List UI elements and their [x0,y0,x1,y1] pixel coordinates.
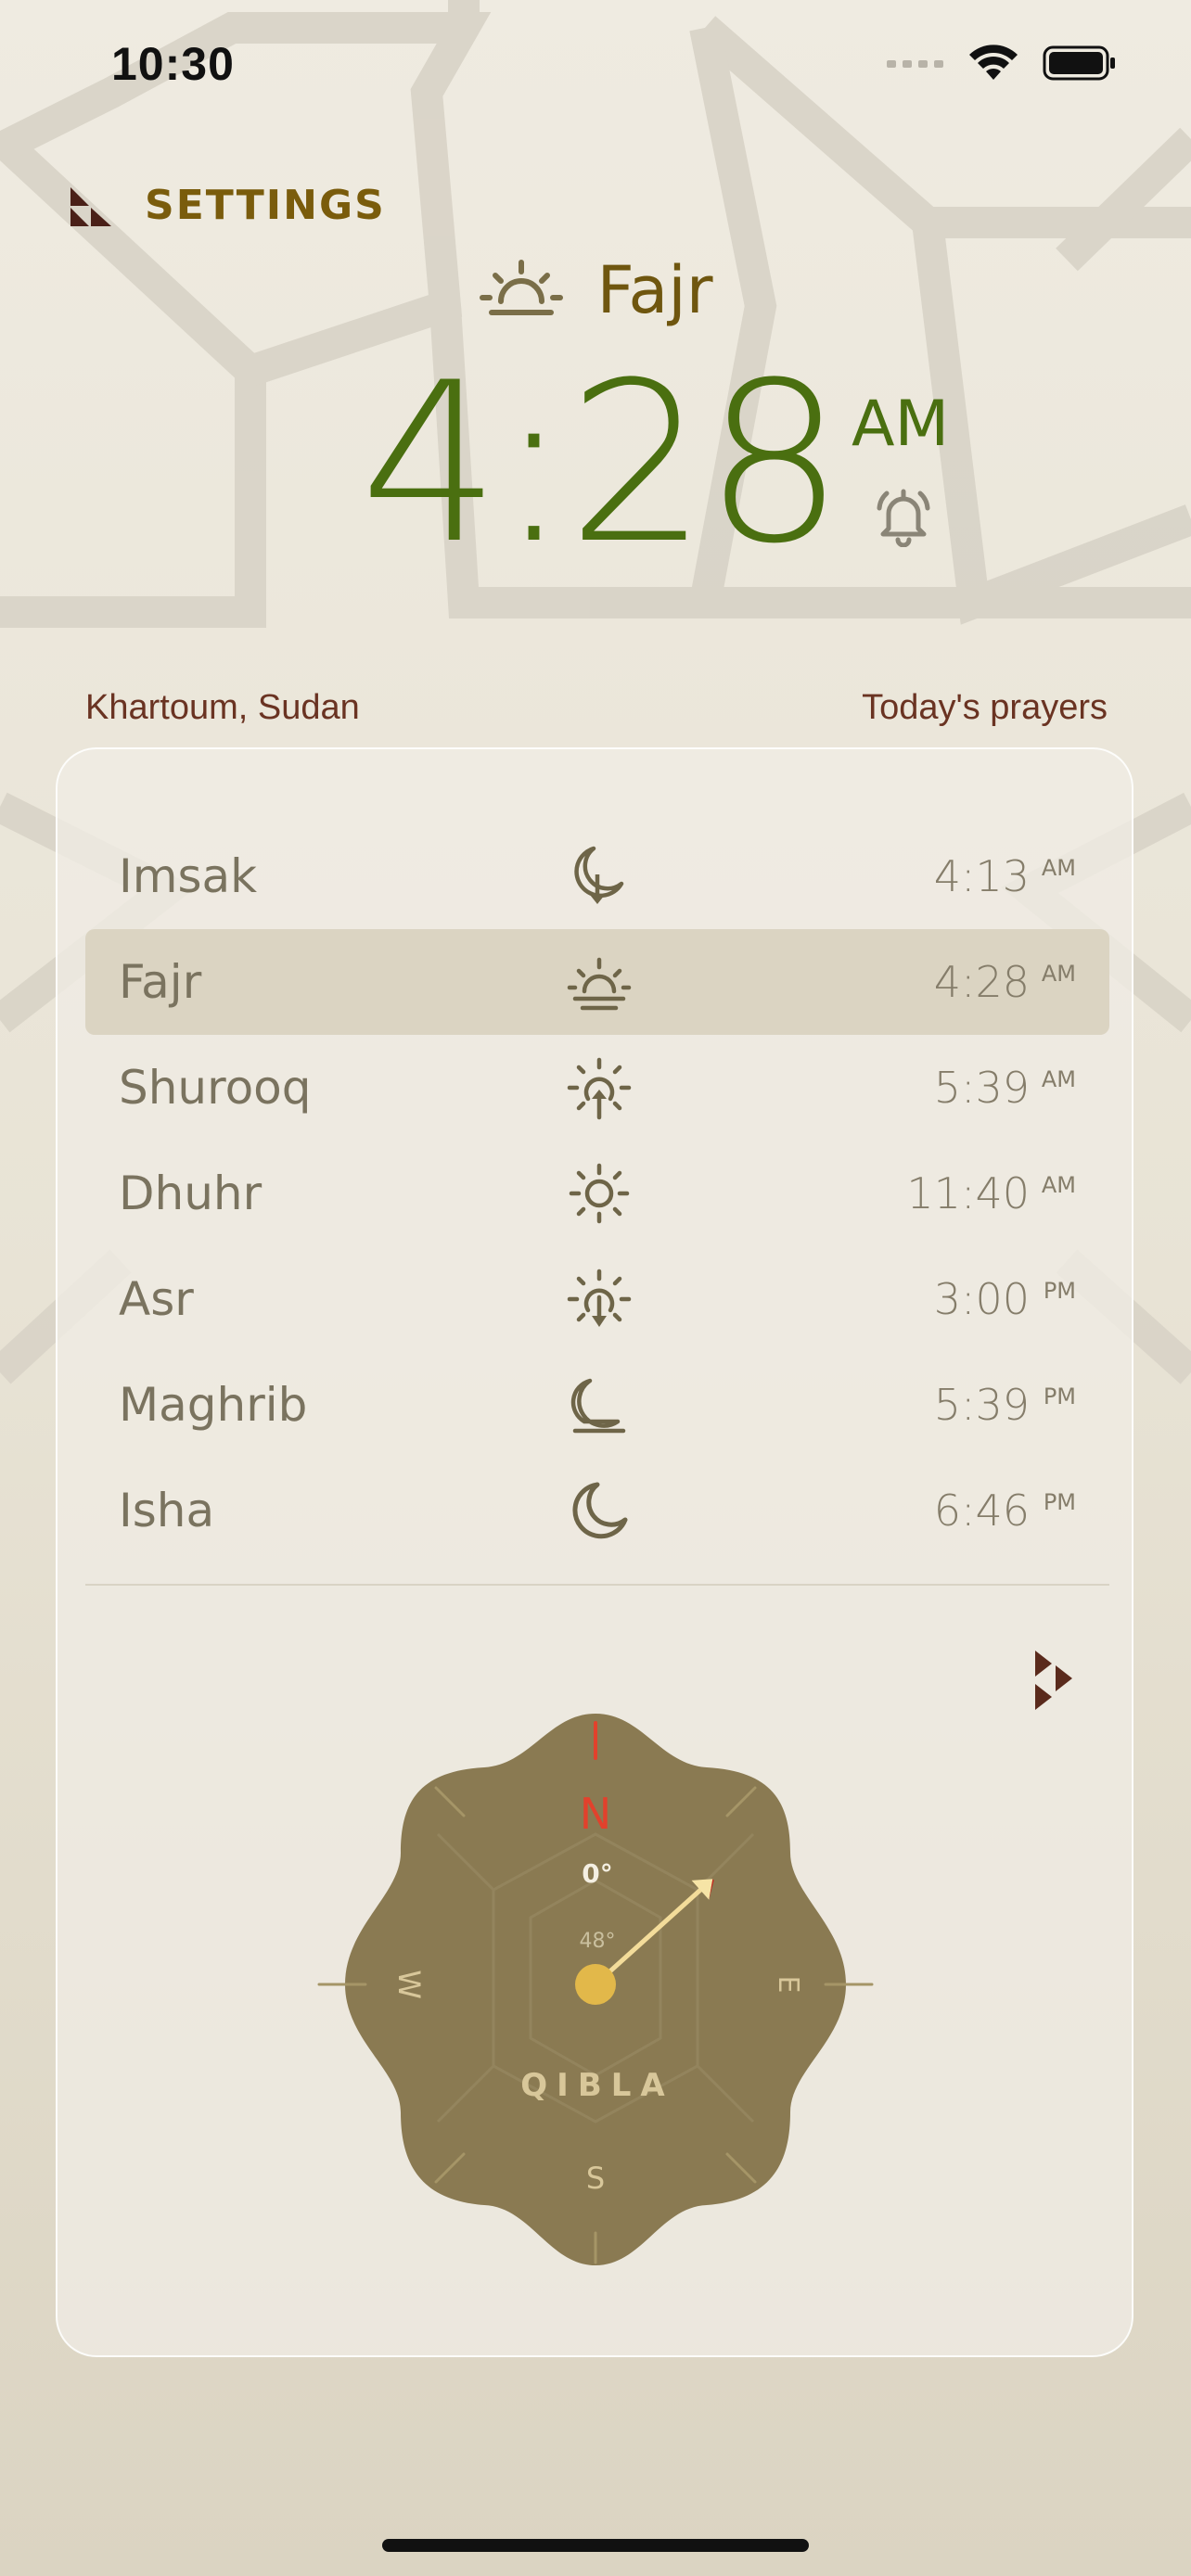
sunrise-horizon-icon [567,957,632,1011]
prayer-name: Fajr [119,955,202,1009]
moon-horizon-icon [570,1378,626,1434]
moon-icon [572,1482,628,1539]
prayer-ampm: PM [1043,1384,1076,1409]
compass-east-label: E [772,1976,804,1994]
card-divider [85,1584,1109,1586]
wifi-icon [969,45,1018,80]
sun-up-icon [567,1057,632,1120]
prayer-ampm: AM [1041,961,1076,987]
prayer-name: Shurooq [119,1061,312,1115]
prayer-time: 4:28 [933,957,1030,1007]
prayer-row-imsak[interactable]: Imsak 4:13 AM [85,823,1109,929]
settings-logo-icon [70,186,111,226]
sunrise-horizon-icon [479,260,563,315]
settings-button[interactable]: SETTINGS [69,182,386,229]
compass-south-label: S [586,2161,605,2196]
moon-down-icon [574,846,624,904]
qibla-compass[interactable]: N 0° 48° W E S QIBLA [308,1695,883,2289]
status-icons [887,45,1117,82]
next-prayer-ampm: AM [852,388,950,461]
prayer-time: 11:40 [906,1168,1030,1218]
prayer-time: 5:39 [933,1380,1030,1430]
prayer-name: Maghrib [119,1378,308,1432]
todays-prayers-label: Today's prayers [862,688,1108,727]
sun-icon [569,1163,630,1224]
next-prayer-time: 4:28 [360,336,844,593]
prayer-name: Imsak [119,849,258,903]
compass-center-dot [575,1964,616,2005]
prayer-row-shurooq[interactable]: Shurooq 5:39 AM [85,1035,1109,1141]
sun-down-icon [567,1269,632,1327]
status-time: 10:30 [111,38,235,90]
prayer-ampm: PM [1043,1278,1076,1304]
compass-heading: 0° [582,1858,612,1889]
prayer-list: Imsak 4:13 AM Fajr 4:28 AM Shurooq 5:39 … [85,823,1109,1563]
prayer-name: Asr [119,1272,194,1326]
compass-north-label: N [580,1789,611,1839]
current-prayer-header: Fajr [0,252,1191,328]
prayer-time: 6:46 [933,1486,1030,1536]
compass-qibla-angle: 48° [580,1930,616,1953]
prayer-name: Dhuhr [119,1167,263,1220]
prayer-name: Isha [119,1484,215,1537]
prayer-row-maghrib[interactable]: Maghrib 5:39 PM [85,1352,1109,1458]
prayer-time: 5:39 [933,1063,1030,1113]
location-label: Khartoum, Sudan [85,688,360,727]
bell-alarm-icon[interactable] [872,482,935,547]
expand-arrows-icon[interactable] [1031,1647,1078,1721]
prayer-ampm: AM [1041,1066,1076,1092]
prayer-row-asr[interactable]: Asr 3:00 PM [85,1246,1109,1352]
prayer-card: Imsak 4:13 AM Fajr 4:28 AM Shurooq 5:39 … [56,747,1133,2357]
prayer-time: 4:13 [933,851,1030,901]
status-bar: 10:30 [0,0,1191,130]
settings-label: SETTINGS [145,182,386,229]
prayer-ampm: AM [1041,1172,1076,1198]
home-indicator[interactable] [382,2539,809,2552]
battery-icon [1043,45,1115,81]
prayer-time: 3:00 [933,1274,1030,1324]
prayer-ampm: AM [1041,855,1076,881]
current-prayer-name: Fajr [596,252,713,328]
compass-west-label: W [391,1970,427,1999]
compass-qibla-label: QIBLA [520,2067,673,2104]
prayer-ampm: PM [1043,1489,1076,1515]
prayer-row-fajr[interactable]: Fajr 4:28 AM [85,929,1109,1035]
cellular-signal-icon [887,60,943,68]
prayer-row-isha[interactable]: Isha 6:46 PM [85,1458,1109,1563]
prayer-row-dhuhr[interactable]: Dhuhr 11:40 AM [85,1141,1109,1246]
